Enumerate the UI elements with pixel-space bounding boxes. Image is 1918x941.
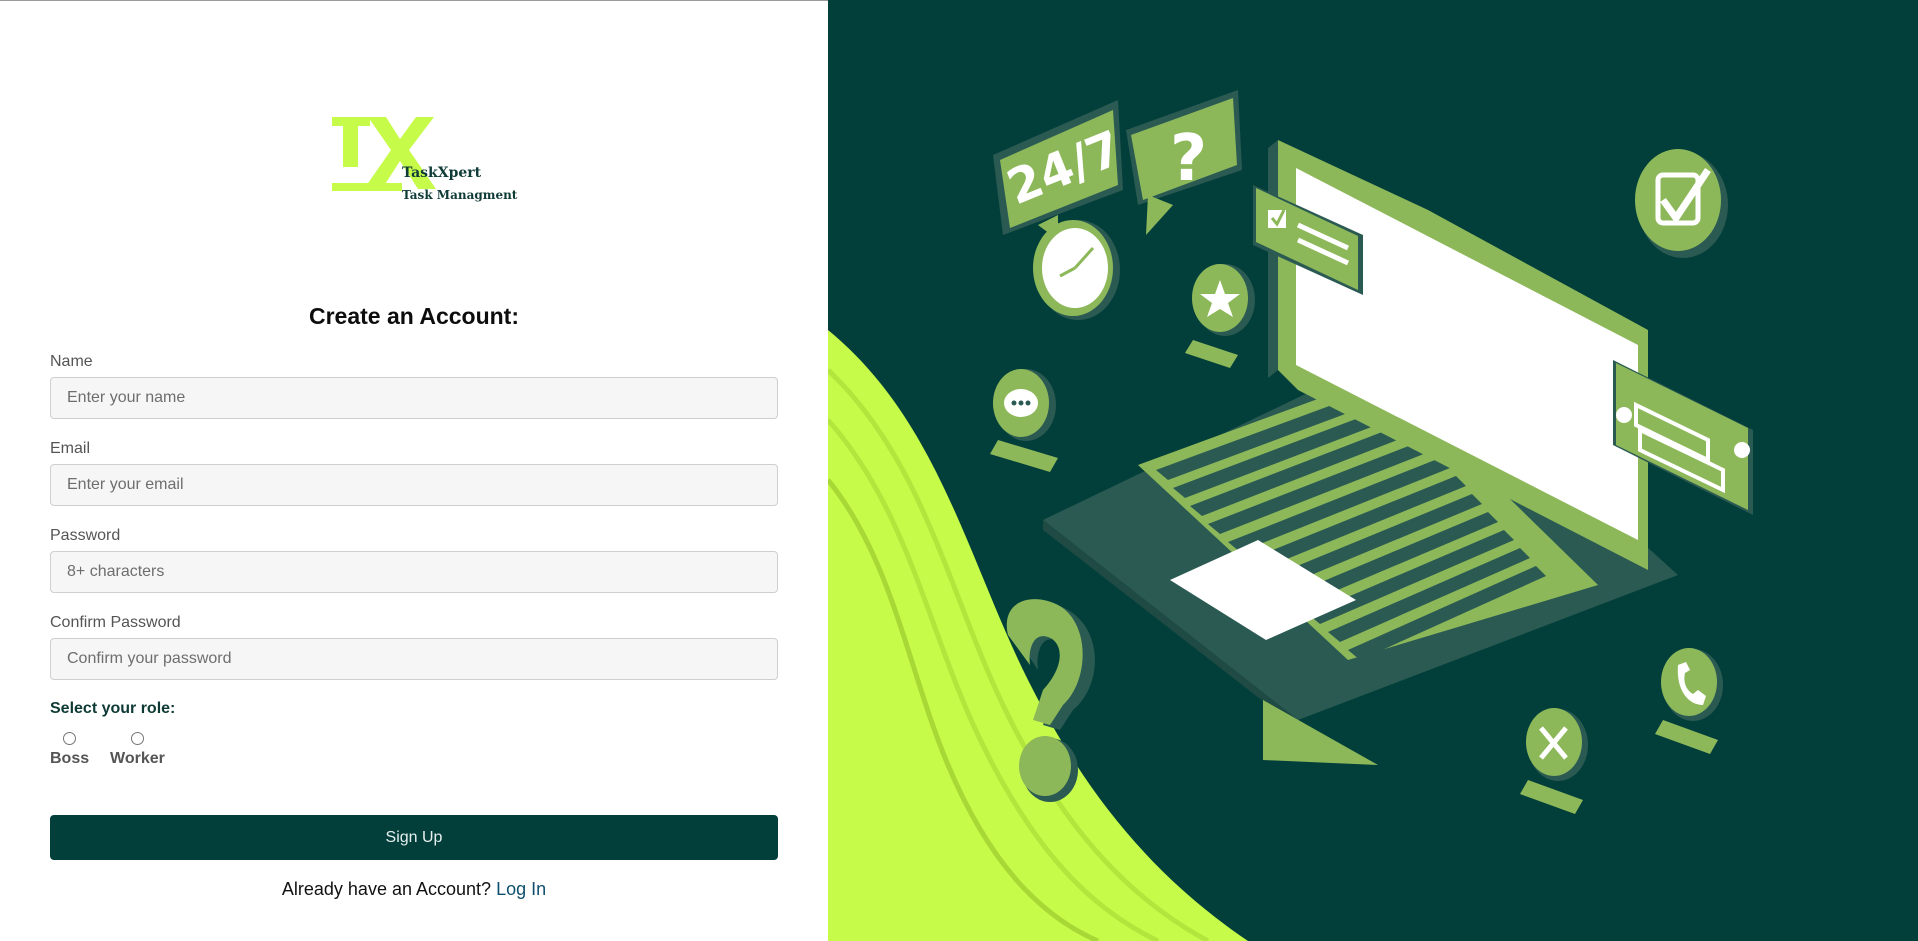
email-input[interactable] bbox=[50, 464, 778, 506]
confirm-password-label: Confirm Password bbox=[50, 614, 181, 631]
password-input[interactable] bbox=[50, 551, 778, 593]
phone-icon bbox=[1655, 648, 1723, 754]
tools-icon bbox=[1520, 708, 1588, 814]
logo-brand-name: TaskXpert bbox=[402, 165, 482, 181]
role-boss-label: Boss bbox=[50, 750, 90, 767]
svg-text:?: ? bbox=[1170, 122, 1207, 196]
role-worker-radio[interactable] bbox=[130, 732, 144, 745]
hero-illustration: 24/7 ? bbox=[828, 90, 1753, 941]
question-bubble-icon: ? bbox=[1126, 90, 1242, 235]
form-title: Create an Account: bbox=[308, 303, 520, 329]
role-worker-label: Worker bbox=[110, 750, 165, 767]
email-label: Email bbox=[50, 440, 91, 457]
illustration-panel: 24/7 ? bbox=[828, 0, 1918, 941]
star-icon bbox=[1185, 264, 1255, 368]
signup-panel: TaskXpert Task Managment Create an Accou… bbox=[0, 0, 828, 941]
speech-bubble-24-7-icon: 24/7 bbox=[993, 100, 1130, 240]
clock-icon bbox=[1033, 220, 1120, 320]
role-option-boss[interactable]: Boss bbox=[50, 732, 89, 768]
log-in-link[interactable]: Log In bbox=[496, 879, 546, 899]
role-title: Select your role: bbox=[50, 700, 176, 717]
chat-icon bbox=[990, 369, 1058, 472]
confirm-password-input[interactable] bbox=[50, 638, 778, 680]
login-prompt-line: Already have an Account? Log In bbox=[0, 879, 828, 900]
role-boss-radio[interactable] bbox=[63, 732, 77, 745]
role-option-worker[interactable]: Worker bbox=[110, 732, 165, 768]
name-label: Name bbox=[50, 353, 93, 370]
name-input[interactable] bbox=[50, 377, 778, 419]
login-prompt-text: Already have an Account? bbox=[281, 879, 492, 899]
password-label: Password bbox=[50, 527, 121, 544]
logo-tagline: Task Managment bbox=[402, 188, 518, 202]
checkmark-badge-icon bbox=[1635, 149, 1728, 258]
sign-up-button[interactable]: Sign Up bbox=[50, 815, 778, 860]
